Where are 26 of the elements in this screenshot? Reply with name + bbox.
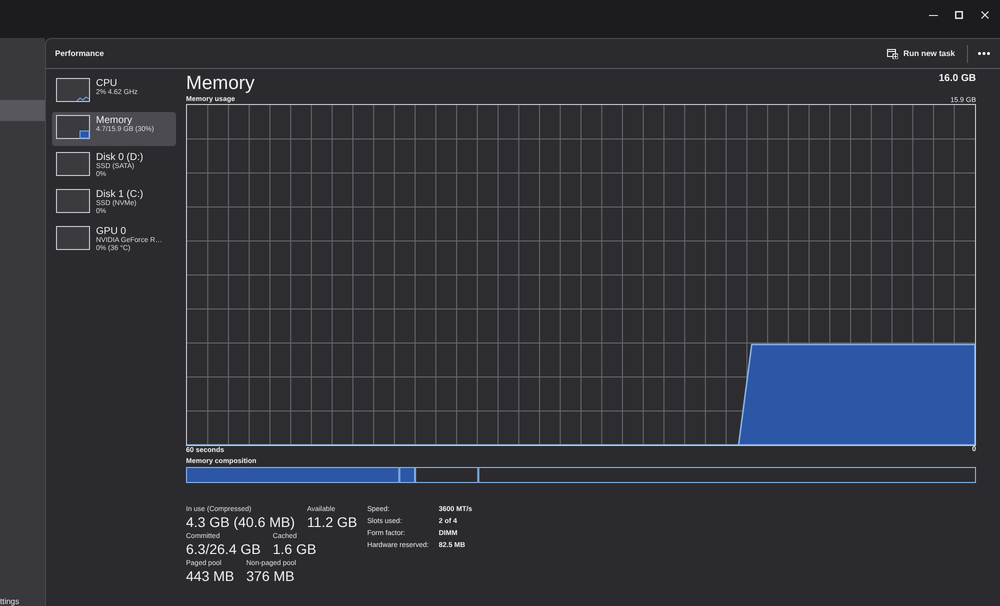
more-icon [978,52,990,55]
stat-value: 11.2 GB [306,514,358,530]
minimize-icon [928,14,938,16]
stat-value: 1.6 GB [272,541,316,557]
stat-value: 4.3 GB (40.6 MB) [186,514,295,530]
device-name: Disk 1 (C:) [96,189,144,200]
capacity-text: 16.0 GB [938,73,976,85]
section-title: Memory [186,73,255,95]
device-name: CPU [96,78,118,89]
device-name: Memory [96,115,134,126]
mini-graph-icon [56,152,90,176]
mini-graph-icon [56,115,90,139]
mini-graph-icon [56,189,90,213]
device-name: GPU 0 [96,226,128,237]
nav-item-label[interactable]: ttings [0,597,20,606]
run-new-task-button[interactable]: Run new task [881,44,961,62]
device-name: Disk 0 (D:) [96,152,144,163]
page-title: Performance [55,48,104,60]
mini-graph-icon [56,226,90,250]
stat-value: 6.3/26.4 GB [186,541,261,557]
maximize-icon [955,11,963,19]
close-icon [981,11,989,19]
window-plus-icon [887,48,898,58]
stat-value: 443 MB [186,568,234,584]
stat-value: 376 MB [246,568,296,584]
mini-graph-icon [56,78,90,102]
